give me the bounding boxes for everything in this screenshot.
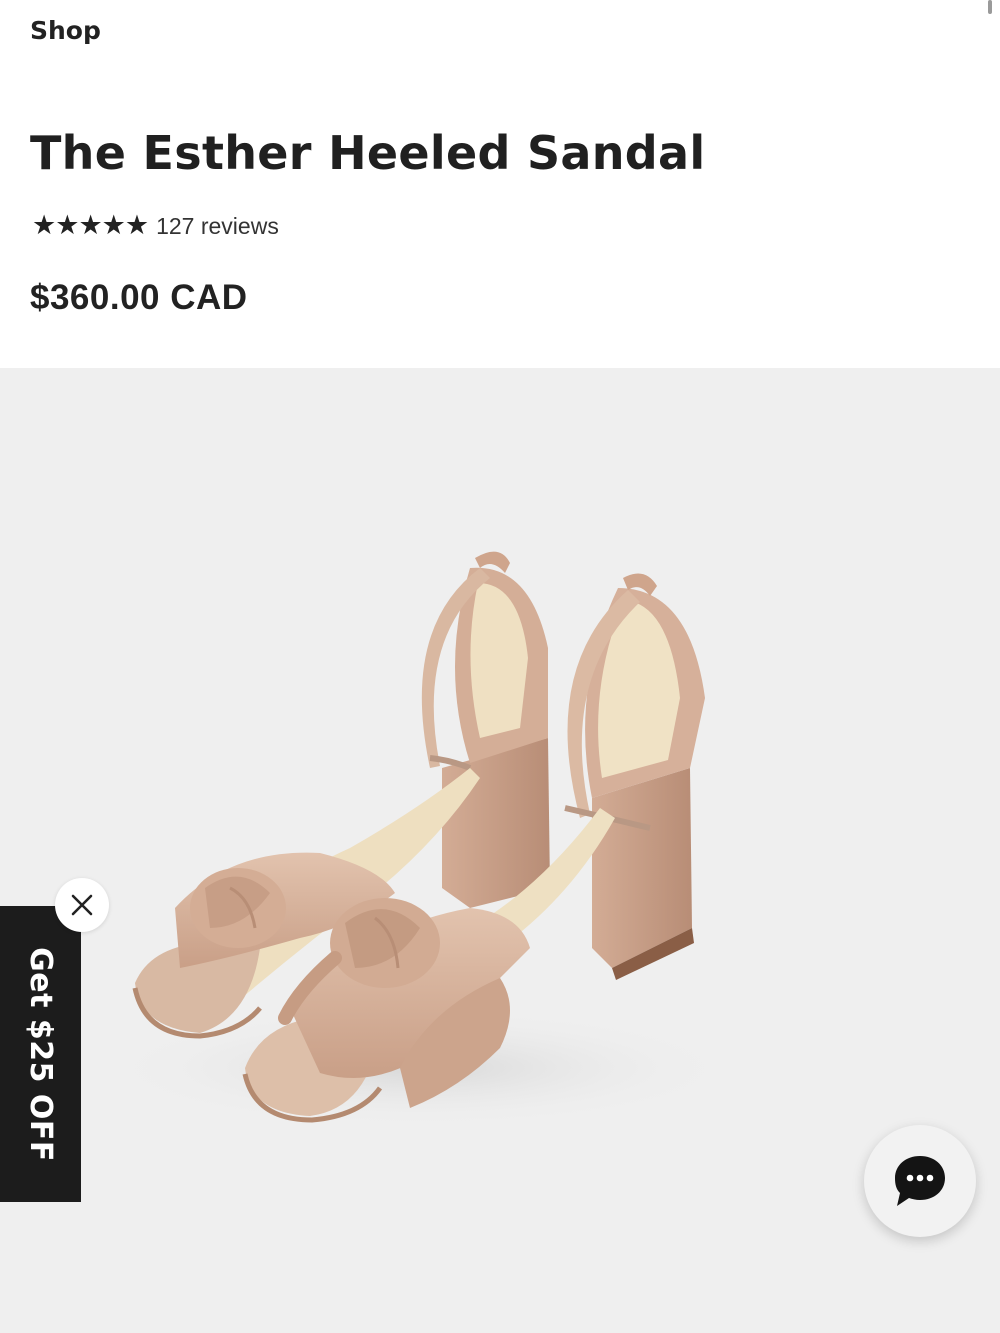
star-icon: ★ [32,210,57,241]
product-rating[interactable]: ★ ★ ★ ★ ★ 127 reviews [32,211,279,241]
chat-button[interactable] [864,1125,976,1237]
chat-bubble-icon [895,1156,945,1206]
star-icon: ★ [78,210,103,241]
product-title: The Esther Heeled Sandal [30,126,706,180]
scrollbar[interactable] [988,0,992,14]
close-icon [71,894,93,916]
promo-label: Get $25 OFF [23,946,58,1162]
rating-stars: ★ ★ ★ ★ ★ [32,210,150,241]
star-icon: ★ [101,210,126,241]
product-price: $360.00 CAD [30,278,248,317]
star-icon: ★ [55,210,80,241]
star-icon: ★ [124,210,150,241]
sandal-illustration [100,551,740,1128]
review-count-link[interactable]: 127 reviews [156,213,279,240]
product-image[interactable] [0,368,1000,1333]
breadcrumb-shop[interactable]: Shop [30,16,101,45]
promo-close-button[interactable] [55,878,109,932]
promo-discount-tab[interactable]: Get $25 OFF [0,906,81,1202]
